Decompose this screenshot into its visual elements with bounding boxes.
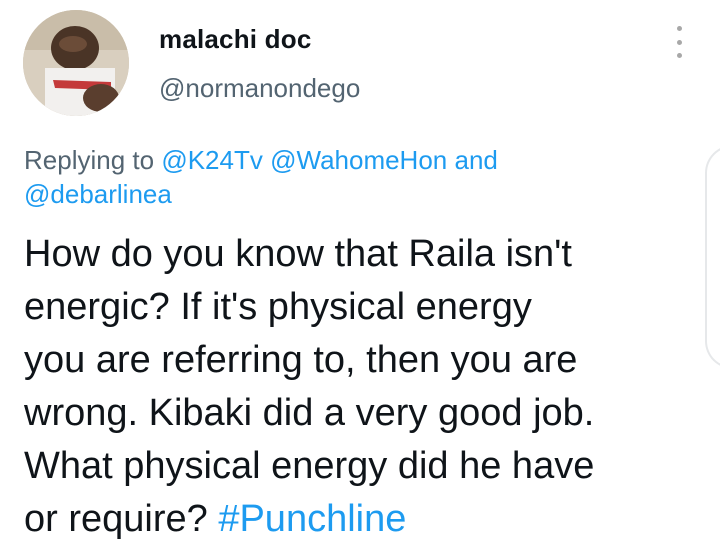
adjacent-card-edge <box>705 145 720 369</box>
replying-to: Replying to @K24Tv @WahomeHon and @debar… <box>24 143 684 211</box>
display-name[interactable]: malachi doc <box>159 24 311 55</box>
mention-link[interactable]: @debarlinea <box>24 179 172 209</box>
mention-link[interactable]: @WahomeHon <box>270 145 447 175</box>
more-vertical-icon <box>676 26 682 31</box>
replying-to-conjunction: and <box>447 145 498 175</box>
more-vertical-icon-dot <box>676 39 682 45</box>
tweet-card: malachi doc @normanondego Replying to @K… <box>0 0 720 559</box>
avatar-image <box>23 10 129 116</box>
hashtag-link[interactable]: #Punchline <box>218 498 406 540</box>
tweet-body: How do you know that Raila isn't energic… <box>24 228 704 546</box>
avatar[interactable] <box>23 10 129 116</box>
user-handle[interactable]: @normanondego <box>159 73 360 104</box>
replying-to-label: Replying to <box>24 145 162 175</box>
mention-link[interactable]: @K24Tv <box>161 145 263 175</box>
tweet-text: How do you know that Raila isn't energic… <box>24 233 595 540</box>
more-options-button[interactable] <box>668 26 690 58</box>
more-vertical-icon-dot <box>676 53 682 58</box>
